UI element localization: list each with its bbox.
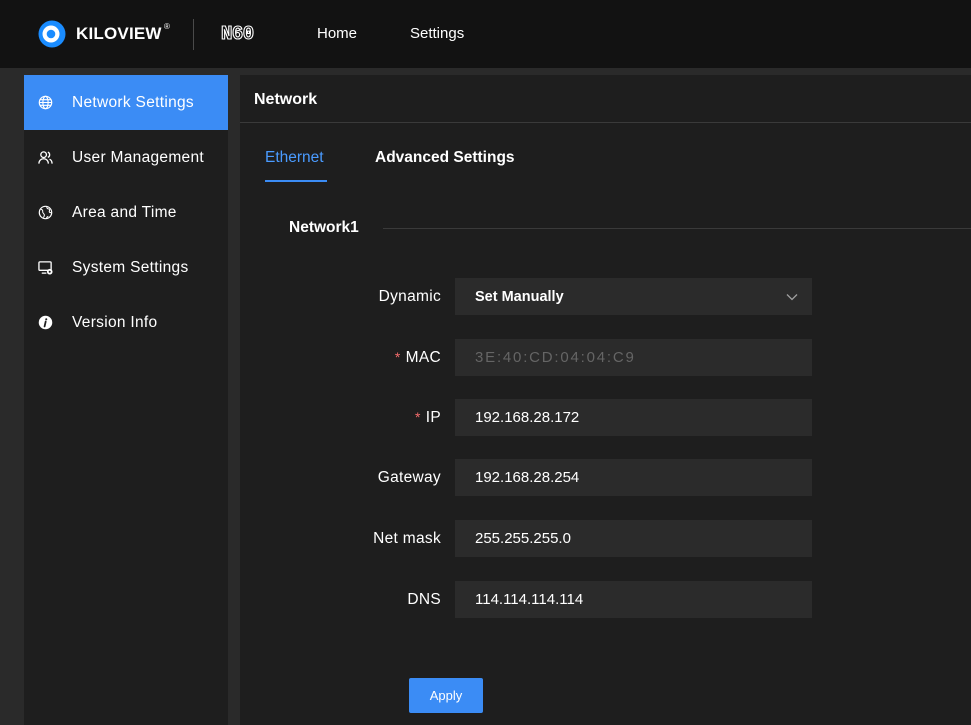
main-panel: Network Ethernet Advanced Settings Netwo… — [240, 75, 971, 725]
net-mask-label-text: Net mask — [373, 530, 441, 547]
dns-input[interactable] — [455, 581, 812, 618]
sidebar-item-label: Area and Time — [72, 203, 177, 221]
form-row-dns: DNS — [240, 581, 971, 618]
form-row-dynamic: Dynamic Set Manually — [240, 278, 971, 315]
tab-ethernet[interactable]: Ethernet — [265, 148, 324, 168]
monitor-settings-icon — [38, 260, 53, 275]
brand-name: KILOVIEW — [76, 24, 162, 43]
net-mask-input[interactable] — [455, 520, 812, 557]
gateway-input[interactable] — [455, 459, 812, 496]
chevron-down-icon — [786, 293, 798, 301]
title-divider — [240, 122, 971, 123]
dns-label: DNS — [407, 581, 441, 618]
mac-label-text: MAC — [405, 349, 441, 366]
gateway-label-text: Gateway — [377, 469, 441, 486]
mac-input[interactable] — [455, 339, 812, 376]
ip-label-text: IP — [425, 409, 441, 426]
form-row-mac: * MAC — [240, 339, 971, 376]
page-title: Network — [254, 91, 318, 108]
section-divider — [383, 228, 971, 229]
dynamic-select[interactable]: Set Manually — [455, 278, 812, 315]
header-divider — [193, 19, 194, 50]
dynamic-select-value: Set Manually — [475, 288, 564, 305]
sidebar-item-area-and-time[interactable]: Area and Time — [24, 185, 228, 240]
nav-home[interactable]: Home — [317, 24, 357, 44]
sidebar-item-user-management[interactable]: User Management — [24, 130, 228, 185]
form-row-gateway: Gateway — [240, 459, 971, 496]
nav-settings[interactable]: Settings — [410, 24, 464, 44]
sidebar-item-label: User Management — [72, 148, 205, 166]
users-icon — [38, 150, 53, 165]
world-time-icon — [38, 205, 53, 220]
form-row-net-mask: Net mask — [240, 520, 971, 557]
info-icon — [38, 315, 53, 330]
gateway-label: Gateway — [378, 459, 441, 496]
dynamic-label: Dynamic — [379, 278, 441, 315]
sidebar-item-label: Network Settings — [72, 93, 194, 111]
mac-label: * MAC — [395, 339, 441, 376]
model-logo: N60 — [220, 22, 254, 45]
sidebar-item-network-settings[interactable]: Network Settings — [24, 75, 228, 130]
top-header: KILOVIEW ® N60 Home Settings — [0, 0, 971, 68]
apply-button[interactable]: Apply — [409, 678, 483, 713]
kiloview-logo-icon — [38, 20, 66, 48]
kiloview-logo[interactable]: KILOVIEW ® — [38, 20, 178, 48]
net-mask-label: Net mask — [373, 520, 441, 557]
registered-mark: ® — [164, 22, 170, 31]
required-mark: * — [394, 349, 401, 365]
tab-advanced-settings[interactable]: Advanced Settings — [375, 148, 515, 168]
sidebar-item-label: System Settings — [72, 258, 189, 276]
sidebar-item-version-info[interactable]: Version Info — [24, 295, 228, 350]
globe-icon — [38, 95, 53, 110]
ip-label: * IP — [415, 399, 441, 436]
required-mark: * — [415, 409, 421, 425]
dns-label-text: DNS — [407, 591, 441, 608]
ip-input[interactable] — [455, 399, 812, 436]
sidebar-item-system-settings[interactable]: System Settings — [24, 240, 228, 295]
tab-active-indicator — [265, 180, 327, 182]
dynamic-label-text: Dynamic — [378, 288, 441, 305]
sidebar-item-label: Version Info — [72, 313, 158, 331]
form-row-ip: * IP — [240, 399, 971, 436]
section-title-network1: Network1 — [289, 219, 359, 236]
sidebar: Network Settings User Management Area an… — [24, 75, 228, 725]
